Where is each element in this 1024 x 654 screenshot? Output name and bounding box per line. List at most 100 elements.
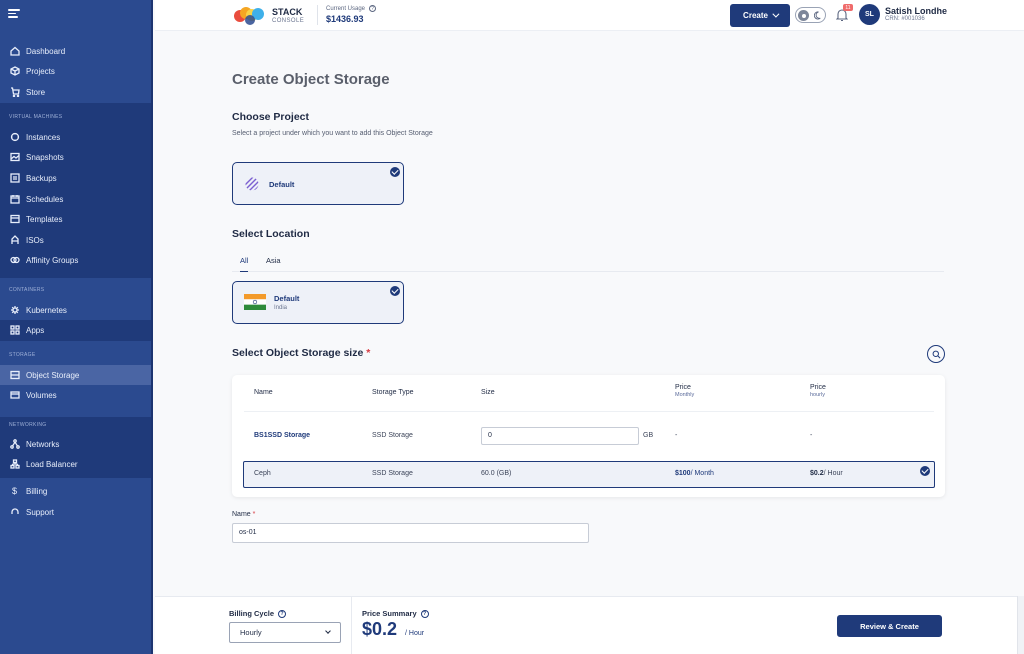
- check-icon: [390, 286, 400, 296]
- disc-icon: [9, 235, 20, 246]
- topbar-divider: [317, 5, 318, 25]
- dollar-icon: $: [11, 486, 17, 496]
- sidebar-item-billing[interactable]: $ Billing: [0, 481, 151, 501]
- notification-badge: 11: [843, 4, 853, 11]
- check-icon: [920, 466, 930, 476]
- header-price-label: Price: [675, 384, 691, 391]
- row-size: 60.0 (GB): [481, 470, 512, 477]
- tab-asia[interactable]: Asia: [266, 256, 281, 272]
- help-icon[interactable]: ?: [369, 5, 377, 12]
- project-heading: Choose Project: [232, 111, 310, 123]
- search-button[interactable]: [927, 345, 945, 363]
- apps-icon: [9, 325, 20, 336]
- sun-icon: [798, 10, 809, 21]
- sidebar-item-projects[interactable]: Projects: [0, 61, 151, 81]
- sidebar-item-instances[interactable]: Instances: [0, 127, 151, 147]
- sidebar-item-affinity-groups[interactable]: Affinity Groups: [0, 250, 151, 270]
- header-price-monthly: Price Monthly: [675, 384, 694, 398]
- price-summary-label-text: Price Summary: [362, 609, 417, 618]
- page-title: Create Object Storage: [232, 71, 390, 88]
- home-icon: [9, 46, 20, 57]
- price-unit: / Month: [690, 470, 714, 477]
- row-storage-type: SSD Storage: [372, 470, 413, 477]
- storage-icon: [9, 370, 20, 381]
- usage-label-text: Current Usage: [326, 5, 366, 12]
- sidebar-item-apps[interactable]: Apps: [0, 320, 151, 340]
- theme-toggle[interactable]: [795, 7, 826, 23]
- row-price-hourly: -: [810, 432, 813, 439]
- section-label-storage: STORAGE: [9, 352, 36, 358]
- load-balancer-icon: [9, 459, 20, 470]
- required-mark: *: [366, 347, 371, 359]
- sidebar-item-label: Store: [26, 87, 46, 97]
- header-price-hourly: Price hourly: [810, 384, 826, 398]
- project-card-default[interactable]: Default: [232, 162, 404, 205]
- brand-sub: CONSOLE: [272, 18, 305, 24]
- sidebar-item-snapshots[interactable]: Snapshots: [0, 147, 151, 167]
- help-icon[interactable]: ?: [420, 609, 429, 618]
- header-size: Size: [481, 389, 495, 396]
- menu-icon[interactable]: [8, 9, 20, 18]
- network-icon: [9, 439, 20, 450]
- review-create-button[interactable]: Review & Create: [837, 615, 942, 637]
- sidebar-item-backups[interactable]: Backups: [0, 168, 151, 188]
- location-tabs: All Asia: [232, 252, 944, 272]
- chevron-down-icon: [772, 10, 780, 18]
- row-separator: [244, 411, 934, 412]
- location-card-sub: India: [274, 305, 288, 311]
- billing-cycle-value: Hourly: [240, 628, 262, 637]
- scrollbar[interactable]: [1017, 596, 1024, 654]
- row-name: BS1SSD Storage: [254, 432, 311, 439]
- sidebar-item-store[interactable]: Store: [0, 82, 151, 102]
- sidebar-item-label: Networks: [26, 439, 60, 449]
- moon-icon: [814, 11, 821, 20]
- usage-label: Current Usage ?: [326, 5, 377, 12]
- location-heading: Select Location: [232, 228, 310, 240]
- header-name: Name: [254, 389, 273, 396]
- sidebar-item-kubernetes[interactable]: Kubernetes: [0, 300, 151, 320]
- india-flag-icon: [244, 294, 266, 310]
- size-input[interactable]: 0: [481, 427, 639, 445]
- sidebar-item-dashboard[interactable]: Dashboard: [0, 41, 151, 61]
- help-icon[interactable]: ?: [278, 609, 287, 618]
- logo-dots-icon: [234, 7, 264, 25]
- location-card-title: Default: [274, 294, 300, 303]
- sidebar-item-schedules[interactable]: Schedules: [0, 189, 151, 209]
- row-price-monthly: $100/ Month: [675, 470, 714, 477]
- support-icon: [9, 507, 20, 518]
- create-button[interactable]: Create: [730, 4, 790, 27]
- usage-value: $1436.93: [326, 14, 364, 24]
- user-name: Satish Londhe: [885, 6, 948, 16]
- tab-all[interactable]: All: [240, 256, 249, 272]
- name-input[interactable]: os-01: [232, 523, 589, 543]
- sidebar-item-templates[interactable]: Templates: [0, 209, 151, 229]
- sidebar-item-label: Dashboard: [26, 46, 66, 56]
- size-unit: GB: [643, 432, 654, 439]
- avatar[interactable]: SL: [859, 4, 880, 25]
- size-heading-text: Select Object Storage size: [232, 347, 364, 359]
- brand-name: STACK: [272, 7, 303, 17]
- sidebar-item-isos[interactable]: ISOs: [0, 230, 151, 250]
- template-icon: [9, 214, 20, 225]
- sidebar-item-label: Object Storage: [26, 370, 80, 380]
- section-label-networking: NETWORKING: [9, 422, 47, 428]
- price-summary-value: $0.2: [362, 619, 398, 639]
- sidebar-item-object-storage[interactable]: Object Storage: [0, 365, 151, 385]
- billing-cycle-select[interactable]: Hourly: [229, 622, 341, 643]
- sidebar-item-volumes[interactable]: Volumes: [0, 385, 151, 405]
- row-price-monthly: -: [675, 432, 678, 439]
- sidebar-rail: [151, 0, 153, 654]
- sidebar-item-label: Snapshots: [26, 152, 64, 162]
- name-label: Name *: [232, 511, 255, 518]
- sidebar-item-label: Support: [26, 507, 55, 517]
- price-amount: $0.2: [810, 470, 824, 477]
- sidebar-item-networks[interactable]: Networks: [0, 434, 151, 454]
- sidebar-item-load-balancer[interactable]: Load Balancer: [0, 454, 151, 474]
- sidebar-item-label: Affinity Groups: [26, 255, 79, 265]
- image-icon: [9, 152, 20, 163]
- backup-icon: [9, 173, 20, 184]
- location-card-default[interactable]: Default India: [232, 281, 404, 324]
- required-mark: *: [252, 511, 256, 518]
- sidebar-item-support[interactable]: Support: [0, 502, 151, 522]
- brand-logo[interactable]: STACK CONSOLE: [232, 5, 312, 27]
